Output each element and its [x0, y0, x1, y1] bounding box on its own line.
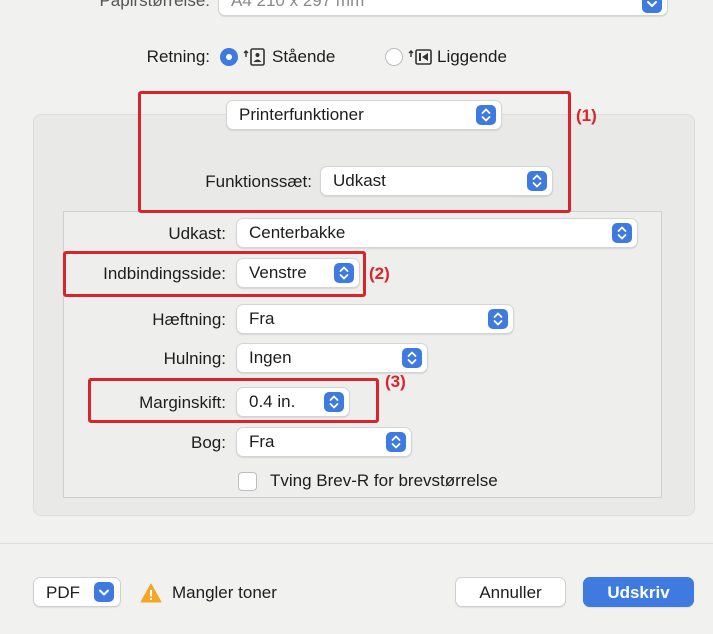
updown-chevron-icon [612, 223, 632, 243]
callout-box-3 [88, 378, 379, 423]
portrait-radio[interactable] [220, 48, 238, 66]
book-label: Bog: [191, 433, 226, 452]
output-value: Centerbakke [249, 223, 346, 242]
landscape-page-icon [408, 47, 434, 72]
updown-chevron-icon [488, 309, 508, 329]
landscape-label[interactable]: Liggende [437, 47, 507, 67]
output-label: Udkast: [168, 224, 226, 243]
pdf-label: PDF [46, 583, 80, 602]
paper-size-value: A4 210 x 297 mm [231, 0, 365, 10]
punch-popup[interactable]: Ingen [236, 343, 428, 373]
warning-text: Mangler toner [172, 583, 277, 602]
callout-label-3: (3) [385, 372, 406, 391]
portrait-label[interactable]: Stående [272, 47, 335, 67]
staple-value: Fra [249, 309, 275, 328]
staple-popup[interactable]: Fra [236, 304, 514, 334]
orientation-label: Retning: [146, 47, 210, 66]
cancel-button[interactable]: Annuller [455, 577, 566, 607]
pdf-button[interactable]: PDF [33, 577, 121, 607]
punch-label: Hulning: [163, 349, 226, 368]
warning-triangle-icon [140, 583, 162, 608]
callout-label-2: (2) [369, 264, 390, 283]
footer-divider [0, 543, 713, 544]
print-label: Udskriv [607, 583, 670, 602]
force-letter-label[interactable]: Tving Brev-R for brevstørrelse [270, 471, 498, 491]
paper-size-label: Papirstørrelse: [99, 0, 210, 10]
updown-chevron-icon [402, 348, 422, 368]
landscape-radio[interactable] [385, 48, 403, 66]
punch-value: Ingen [249, 348, 292, 367]
chevron-down-icon [94, 582, 114, 602]
print-button[interactable]: Udskriv [583, 577, 694, 607]
callout-label-1: (1) [576, 106, 597, 125]
callout-box-2 [63, 251, 366, 297]
output-popup[interactable]: Centerbakke [236, 218, 638, 248]
force-letter-checkbox[interactable] [238, 472, 257, 491]
staple-label: Hæftning: [152, 310, 226, 329]
updown-chevron-icon [386, 432, 406, 452]
callout-box-1 [138, 91, 571, 213]
paper-size-popup[interactable]: A4 210 x 297 mm [218, 0, 668, 16]
book-value: Fra [249, 432, 275, 451]
cancel-label: Annuller [479, 583, 542, 602]
chevron-down-icon [642, 0, 662, 13]
portrait-page-icon [243, 47, 267, 72]
book-popup[interactable]: Fra [236, 427, 412, 457]
